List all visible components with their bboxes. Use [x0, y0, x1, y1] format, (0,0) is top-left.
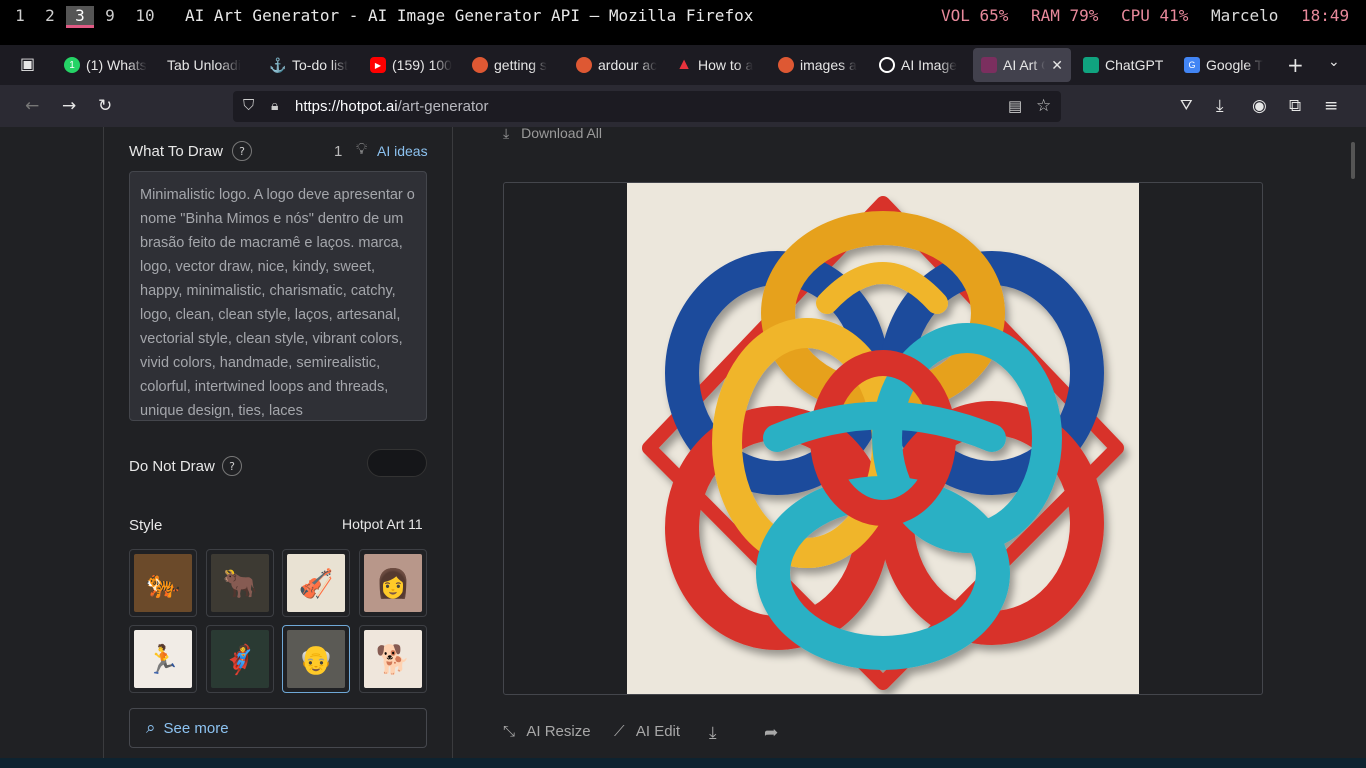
tab-getting[interactable]: getting s: [472, 48, 556, 82]
do-not-draw-help-icon[interactable]: ?: [222, 456, 242, 476]
close-tab-icon[interactable]: ✕: [1051, 57, 1063, 74]
lock-icon[interactable]: 🔒︎: [271, 97, 278, 114]
workspace-1[interactable]: 1: [8, 6, 32, 25]
tab-google-translate[interactable]: G Google T: [1184, 48, 1266, 82]
shield-icon[interactable]: ⛉: [243, 97, 254, 114]
ideas-count: 1: [334, 143, 343, 160]
extensions-icon[interactable]: ⧉: [1289, 96, 1301, 116]
new-tab-icon[interactable]: +: [1287, 53, 1304, 77]
style-thumb-tiger[interactable]: 🐅: [129, 549, 197, 617]
style-thumb-warrior-woman[interactable]: 🦸: [206, 625, 274, 693]
settings-panel: What To Draw ? 1 💡︎ AI ideas Minimalisti…: [103, 127, 453, 758]
navigation-toolbar: ← → ↻ ⛉ 🔒︎ https://hotpot.ai/art-generat…: [0, 85, 1366, 127]
desktop-background-strip: [0, 758, 1366, 768]
prompt-textarea[interactable]: Minimalistic logo. A logo deve apresenta…: [129, 171, 427, 421]
page-scrollbar[interactable]: [1351, 142, 1355, 179]
duckduckgo-icon: [576, 57, 592, 73]
ai-edit-button[interactable]: ⟋ AI Edit: [614, 723, 680, 740]
workspace-9[interactable]: 9: [98, 6, 122, 25]
knot-artwork: [642, 196, 1124, 690]
hotpot-icon: [981, 57, 997, 73]
tab-todo[interactable]: ⚓ To-do list: [270, 48, 350, 82]
style-thumb-old-man[interactable]: 👴: [282, 625, 350, 693]
workspace-10[interactable]: 10: [132, 6, 158, 25]
wand-icon: ⟋: [614, 723, 625, 740]
ai-resize-button[interactable]: ⤡ AI Resize: [503, 723, 591, 740]
lightbulb-icon[interactable]: 💡︎: [356, 141, 367, 159]
style-thumb-bull[interactable]: 🐂: [206, 549, 274, 617]
tab-strip: ▣ 1 (1) Whats Tab Unloadi ⚓ To-do list ▶…: [0, 45, 1366, 85]
tab-ai-image[interactable]: AI Image: [879, 48, 963, 82]
workspace-3[interactable]: 3: [66, 6, 94, 28]
workspace-2[interactable]: 2: [38, 6, 62, 25]
forward-icon[interactable]: →: [62, 96, 76, 116]
selected-style-name: Hotpot Art 11: [342, 516, 423, 532]
tab-whatsapp[interactable]: 1 (1) Whats: [64, 48, 149, 82]
clock: 18:49: [1301, 6, 1350, 25]
spiral-icon: [879, 57, 895, 73]
system-status-bar: 1 2 3 9 10 AI Art Generator - AI Image G…: [0, 0, 1366, 32]
pocket-icon[interactable]: ⛛: [1180, 96, 1193, 114]
google-translate-icon: G: [1184, 57, 1200, 73]
anchor-icon: ⚓: [270, 56, 287, 73]
address-bar[interactable]: ⛉ 🔒︎ https://hotpot.ai/art-generator ▤ ☆: [233, 91, 1061, 122]
back-icon[interactable]: ←: [25, 96, 39, 116]
tab-youtube[interactable]: ▶ (159) 100: [370, 48, 452, 82]
style-thumb-running-figure[interactable]: 🏃: [129, 625, 197, 693]
tab-ai-art-generator[interactable]: AI Art G ✕: [973, 48, 1071, 82]
style-thumb-dog-logo[interactable]: 🐕: [359, 625, 427, 693]
tab-images[interactable]: images a: [778, 48, 860, 82]
user-name: Marcelo: [1211, 6, 1279, 25]
resize-icon: ⤡: [503, 723, 516, 740]
menu-icon[interactable]: ≡: [1324, 96, 1338, 116]
style-thumb-girl-portrait[interactable]: 👩: [359, 549, 427, 617]
what-to-draw-help-icon[interactable]: ?: [232, 141, 252, 161]
reader-view-icon[interactable]: ▤: [1008, 97, 1022, 115]
duckduckgo-icon: [472, 57, 488, 73]
download-icon: ⤓: [503, 125, 510, 141]
download-image-icon[interactable]: ⤓: [709, 723, 717, 743]
chatgpt-icon: [1083, 57, 1099, 73]
bookmark-star-icon[interactable]: ☆: [1036, 96, 1051, 116]
do-not-draw-label: Do Not Draw: [129, 458, 215, 475]
arch-icon: ▲: [676, 56, 692, 73]
list-all-tabs-icon[interactable]: ⌄: [1328, 54, 1340, 70]
tab-ardour[interactable]: ardour ac: [576, 48, 658, 82]
what-to-draw-label: What To Draw: [129, 143, 223, 160]
download-all-button[interactable]: ⤓ Download All: [503, 125, 602, 142]
share-icon[interactable]: ➦: [764, 723, 778, 743]
duckduckgo-icon: [778, 57, 794, 73]
ram-status: RAM 79%: [1031, 6, 1099, 25]
page-content: What To Draw ? 1 💡︎ AI ideas Minimalisti…: [0, 125, 1366, 758]
account-icon[interactable]: ◉: [1252, 96, 1267, 116]
search-icon: ⌕: [146, 718, 156, 737]
url-text[interactable]: https://hotpot.ai/art-generator: [295, 98, 488, 115]
ai-ideas-link[interactable]: AI ideas: [377, 143, 428, 159]
whatsapp-icon: 1: [64, 57, 80, 73]
style-label: Style: [129, 517, 163, 534]
window-title: AI Art Generator - AI Image Generator AP…: [185, 6, 754, 25]
firefox-view-icon[interactable]: ▣: [20, 54, 35, 73]
generated-image[interactable]: [627, 183, 1139, 694]
tab-unloader[interactable]: Tab Unloadi: [167, 48, 250, 82]
cpu-status: CPU 41%: [1121, 6, 1189, 25]
tab-howto[interactable]: ▲ How to a: [676, 48, 760, 82]
style-thumb-violinist[interactable]: 🎻: [282, 549, 350, 617]
volume-status: VOL 65%: [941, 6, 1009, 25]
downloads-icon[interactable]: ⤓: [1216, 96, 1224, 116]
do-not-draw-toggle[interactable]: [367, 449, 427, 477]
generated-image-frame: [503, 182, 1263, 695]
see-more-button[interactable]: ⌕ See more: [129, 708, 427, 748]
reload-icon[interactable]: ↻: [98, 96, 112, 116]
tab-chatgpt[interactable]: ChatGPT: [1083, 48, 1167, 82]
youtube-icon: ▶: [370, 57, 386, 73]
